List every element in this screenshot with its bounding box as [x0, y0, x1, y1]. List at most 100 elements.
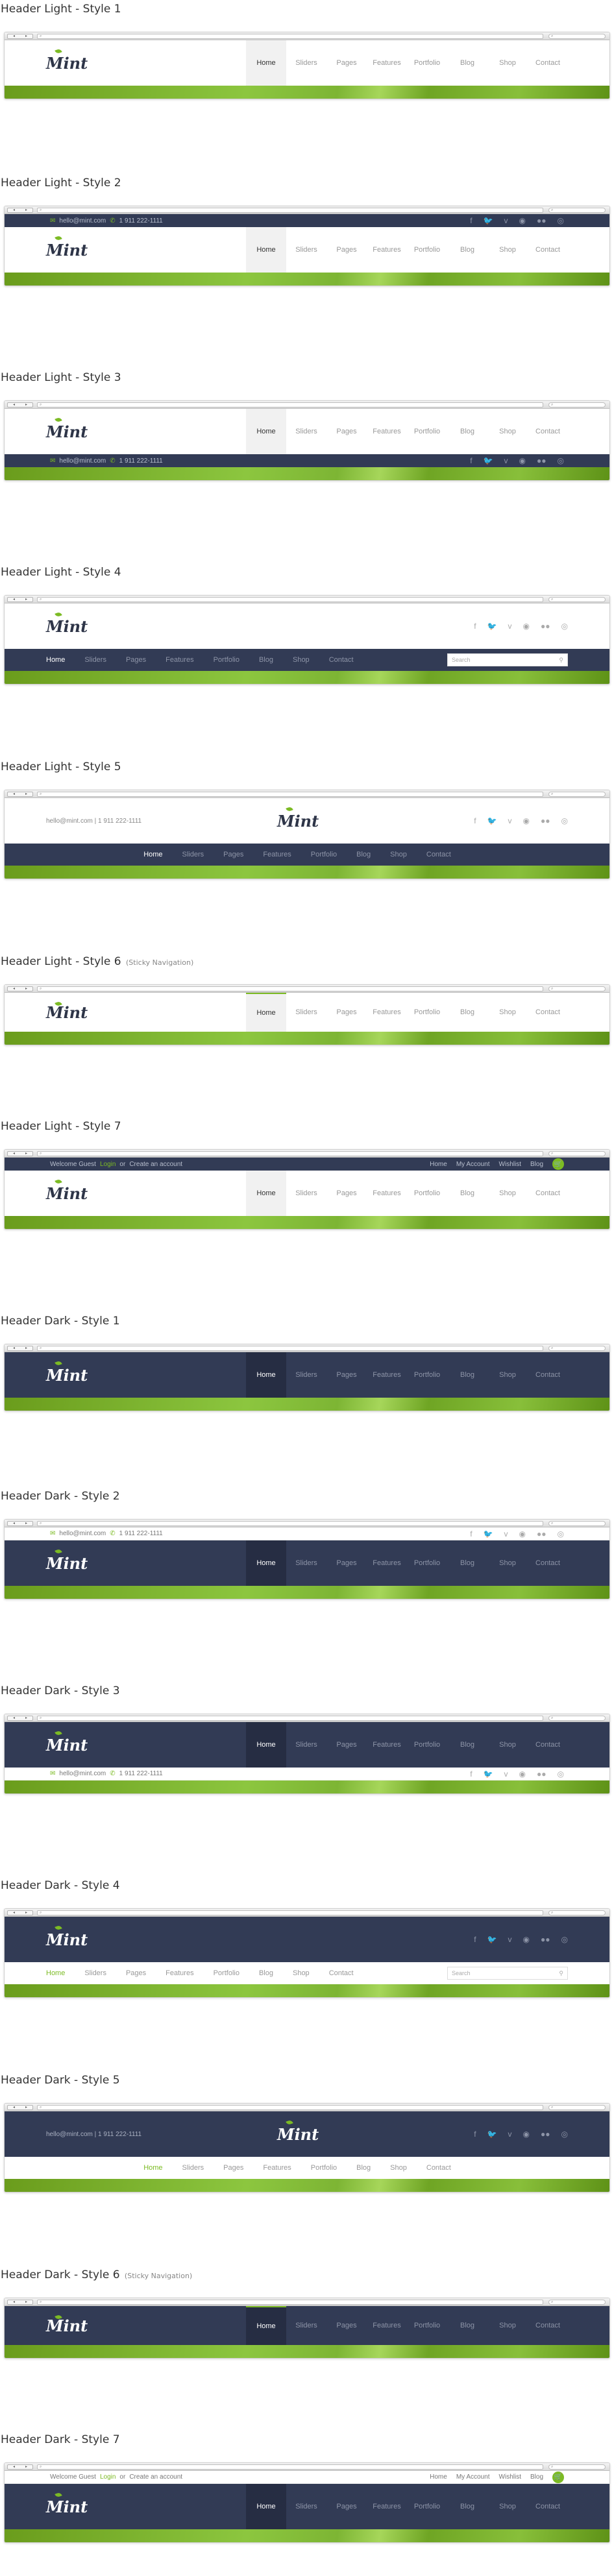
browser-search[interactable]: ⌕	[548, 792, 606, 797]
nav-item-portfolio[interactable]: Portfolio	[407, 1540, 447, 1586]
nav-item-sliders[interactable]: Sliders	[182, 851, 204, 858]
browser-nav-buttons[interactable]: ◂ ▸	[7, 34, 33, 39]
nav-item-sliders[interactable]: Sliders	[84, 656, 106, 664]
nav-item-portfolio[interactable]: Portfolio	[407, 409, 447, 454]
rss-icon[interactable]: ◎	[558, 1529, 564, 1538]
nav-item-portfolio[interactable]: Portfolio	[407, 1352, 447, 1398]
nav-item-portfolio[interactable]: Portfolio	[407, 2306, 447, 2345]
address-bar[interactable]: ⌕	[37, 2464, 543, 2470]
nav-item-home[interactable]: Home	[46, 656, 65, 664]
rss-icon[interactable]: ◎	[561, 816, 568, 825]
login-link[interactable]: Login	[100, 2473, 116, 2481]
nav-item-blog[interactable]: Blog	[356, 2164, 371, 2172]
nav-item-home[interactable]: Home	[246, 1352, 286, 1398]
search-input[interactable]: Search ⚲	[447, 1967, 568, 1980]
facebook-icon[interactable]: f	[474, 1935, 476, 1944]
nav-item-home[interactable]: Home	[246, 227, 286, 273]
nav-item-sliders[interactable]: Sliders	[286, 40, 326, 86]
nav-item-home[interactable]: Home	[246, 1171, 286, 1216]
facebook-icon[interactable]: f	[470, 216, 472, 225]
vimeo-icon[interactable]: v	[508, 2130, 512, 2139]
nav-item-home[interactable]: Home	[246, 2484, 286, 2529]
nav-item-home[interactable]: Home	[246, 993, 286, 1032]
forward-icon[interactable]: ▸	[20, 598, 32, 602]
email-text[interactable]: hello@mint.com	[59, 217, 106, 225]
nav-item-home[interactable]: Home	[246, 1722, 286, 1768]
nav-item-sliders[interactable]: Sliders	[182, 2164, 204, 2172]
flickr-icon[interactable]: ●●	[541, 622, 550, 631]
vimeo-icon[interactable]: v	[508, 816, 512, 825]
browser-search[interactable]: ⌕	[548, 402, 606, 407]
forward-icon[interactable]: ▸	[20, 1716, 32, 1721]
nav-item-contact[interactable]: Contact	[528, 2306, 568, 2345]
logo[interactable]: Mint	[46, 2306, 137, 2345]
logo[interactable]: Mint	[46, 2484, 137, 2529]
nav-item-shop[interactable]: Shop	[390, 2164, 407, 2172]
browser-nav-buttons[interactable]: ◂ ▸	[7, 1521, 33, 1526]
nav-item-portfolio[interactable]: Portfolio	[407, 993, 447, 1032]
browser-nav-buttons[interactable]: ◂ ▸	[7, 208, 33, 213]
vimeo-icon[interactable]: v	[504, 1529, 508, 1538]
nav-item-pages[interactable]: Pages	[326, 1171, 367, 1216]
back-icon[interactable]: ◂	[8, 1522, 20, 1526]
browser-nav-buttons[interactable]: ◂ ▸	[7, 402, 33, 407]
nav-item-home[interactable]: Home	[246, 1540, 286, 1586]
address-bar[interactable]: ⌕	[37, 986, 543, 991]
nav-item-home[interactable]: Home	[246, 2306, 286, 2345]
dribbble-icon[interactable]: ◉	[519, 1529, 526, 1538]
address-bar[interactable]: ⌕	[37, 597, 543, 602]
dribbble-icon[interactable]: ◉	[523, 1935, 530, 1944]
back-icon[interactable]: ◂	[8, 792, 20, 797]
logo[interactable]: Mint	[46, 1722, 137, 1768]
browser-search[interactable]: ⌕	[548, 1346, 606, 1351]
facebook-icon[interactable]: f	[474, 622, 476, 631]
nav-item-sliders[interactable]: Sliders	[286, 1722, 326, 1768]
vimeo-icon[interactable]: v	[508, 622, 512, 631]
logo[interactable]: Mint	[46, 409, 137, 454]
nav-item-home[interactable]: Home	[246, 409, 286, 454]
address-bar[interactable]: ⌕	[37, 1910, 543, 1915]
nav-item-contact[interactable]: Contact	[528, 1540, 568, 1586]
logo[interactable]: Mint	[277, 798, 368, 844]
topbar-link[interactable]: Home	[430, 2473, 447, 2481]
facebook-icon[interactable]: f	[470, 456, 472, 465]
browser-nav-buttons[interactable]: ◂ ▸	[7, 1716, 33, 1721]
rss-icon[interactable]: ◎	[558, 456, 564, 465]
address-bar[interactable]: ⌕	[37, 208, 543, 213]
browser-search[interactable]: ⌕	[548, 1521, 606, 1526]
browser-search[interactable]: ⌕	[548, 2464, 606, 2470]
nav-item-blog[interactable]: Blog	[356, 851, 371, 858]
rss-icon[interactable]: ◎	[558, 216, 564, 225]
create-account-link[interactable]: Create an account	[129, 1161, 182, 1168]
forward-icon[interactable]: ▸	[20, 792, 32, 797]
back-icon[interactable]: ◂	[8, 2465, 20, 2470]
nav-item-home[interactable]: Home	[143, 2164, 162, 2172]
nav-item-home[interactable]: Home	[246, 40, 286, 86]
nav-item-home[interactable]: Home	[143, 851, 162, 858]
twitter-icon[interactable]: 🐦	[484, 1529, 493, 1538]
nav-item-pages[interactable]: Pages	[326, 409, 367, 454]
nav-item-contact[interactable]: Contact	[528, 2484, 568, 2529]
forward-icon[interactable]: ▸	[20, 1346, 32, 1351]
nav-item-contact[interactable]: Contact	[528, 993, 568, 1032]
facebook-icon[interactable]: f	[474, 816, 476, 825]
nav-item-features[interactable]: Features	[263, 2164, 291, 2172]
nav-item-pages[interactable]: Pages	[326, 2484, 367, 2529]
nav-item-sliders[interactable]: Sliders	[286, 227, 326, 273]
nav-item-sliders[interactable]: Sliders	[286, 1540, 326, 1586]
forward-icon[interactable]: ▸	[20, 2106, 32, 2110]
topbar-link[interactable]: Blog	[530, 2473, 543, 2481]
browser-nav-buttons[interactable]: ◂ ▸	[7, 2300, 33, 2305]
forward-icon[interactable]: ▸	[20, 34, 32, 39]
flickr-icon[interactable]: ●●	[537, 1769, 546, 1779]
forward-icon[interactable]: ▸	[20, 2465, 32, 2470]
nav-item-blog[interactable]: Blog	[447, 1722, 487, 1768]
flickr-icon[interactable]: ●●	[541, 2130, 550, 2139]
forward-icon[interactable]: ▸	[20, 2300, 32, 2305]
twitter-icon[interactable]: 🐦	[484, 456, 493, 465]
nav-item-shop[interactable]: Shop	[487, 993, 528, 1032]
nav-item-contact[interactable]: Contact	[528, 1352, 568, 1398]
search-icon[interactable]: ⚲	[559, 657, 563, 664]
browser-nav-buttons[interactable]: ◂ ▸	[7, 1151, 33, 1156]
nav-item-shop[interactable]: Shop	[487, 2484, 528, 2529]
